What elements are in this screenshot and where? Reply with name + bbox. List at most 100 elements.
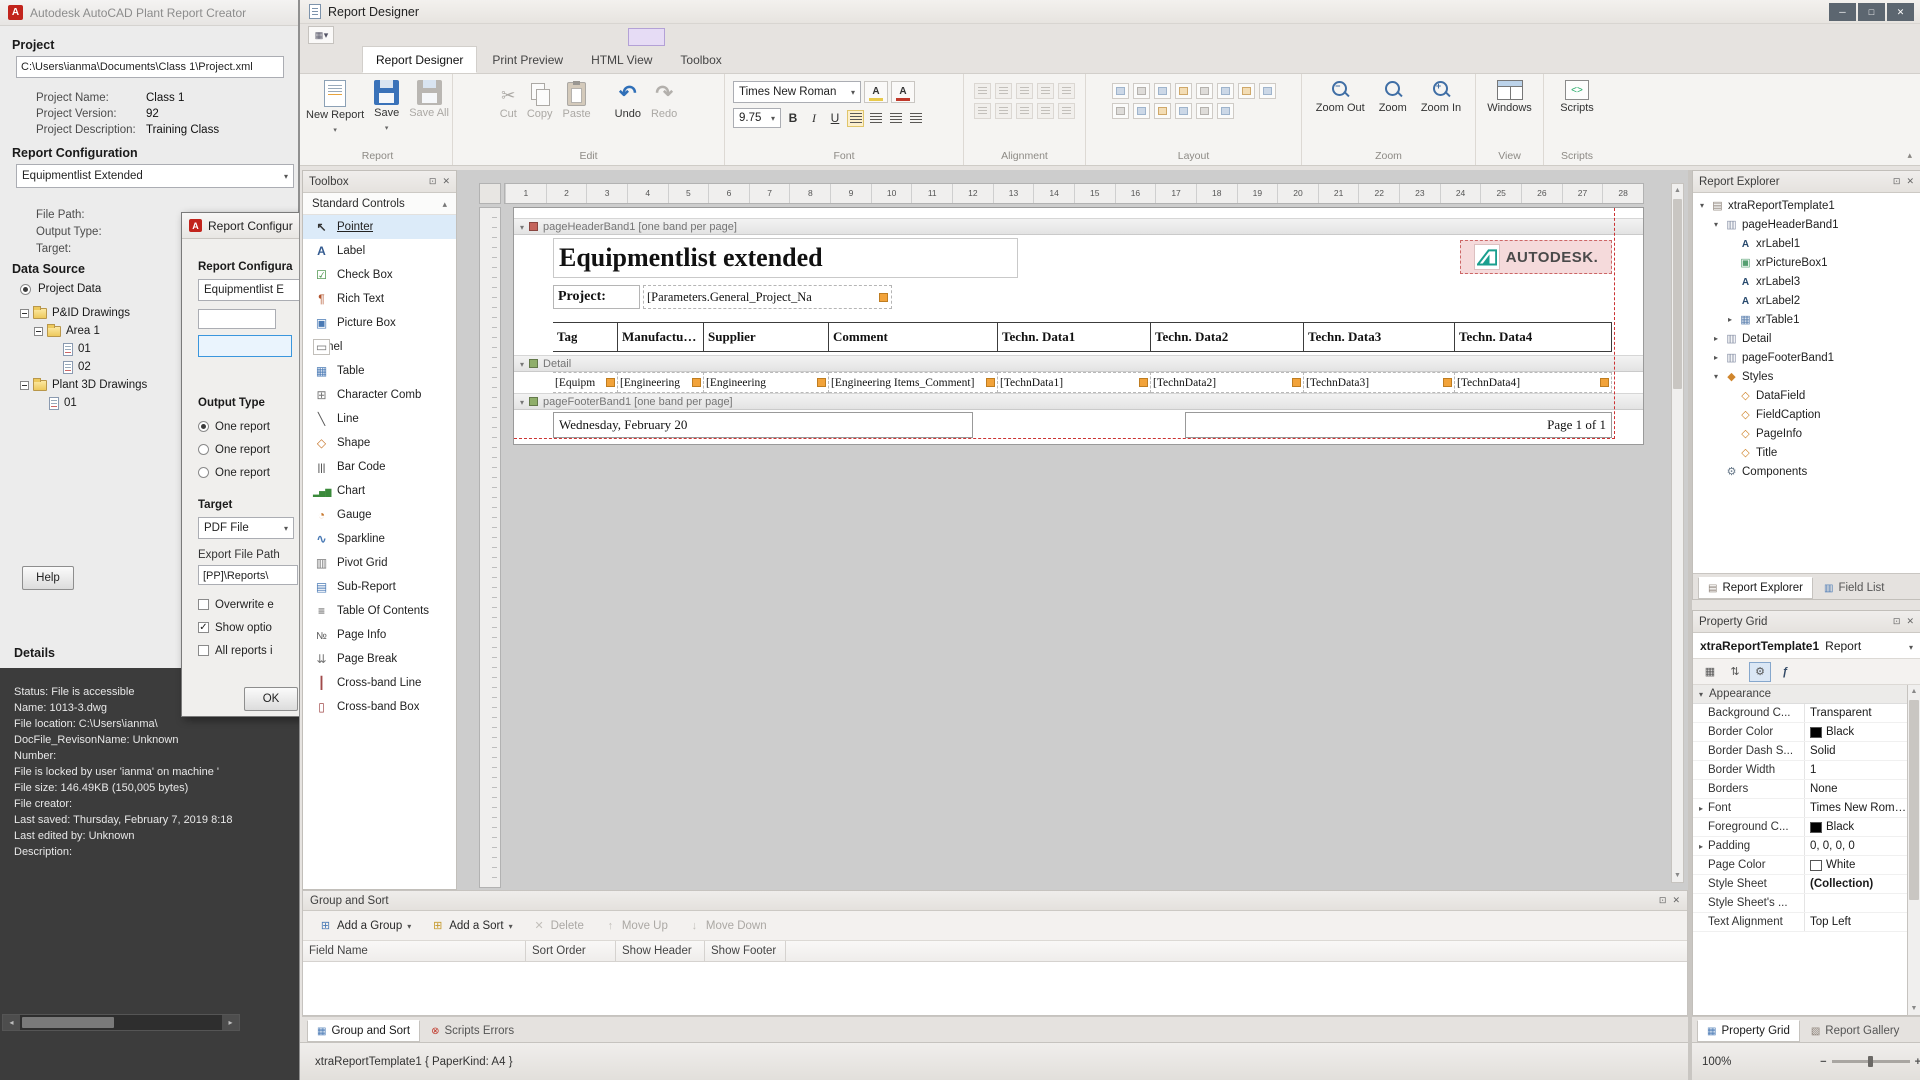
font-family-combo[interactable]: Times New Roman (733, 81, 861, 103)
explorer-tree-item[interactable]: FieldCaption (1693, 405, 1920, 424)
copy-button[interactable]: Copy (523, 78, 557, 122)
tree-expander[interactable] (34, 327, 43, 336)
explorer-tree-item[interactable]: pageFooterBand1 (1693, 348, 1920, 367)
pin-icon[interactable] (1659, 895, 1667, 906)
group-sort-toolbar-button[interactable]: Move Up (596, 915, 676, 937)
logo-picture-box[interactable]: AUTODESK. (1460, 240, 1612, 274)
target-combo[interactable]: PDF File (198, 517, 294, 539)
project-caption-label[interactable]: Project: (553, 285, 640, 309)
zoom-button[interactable]: Zoom (1375, 78, 1411, 116)
scroll-up-icon[interactable]: ▲ (1672, 184, 1683, 197)
property-row[interactable]: Border Dash S... Solid (1693, 742, 1907, 761)
property-row[interactable]: Page Color White (1693, 856, 1907, 875)
tree-item[interactable]: 02 (16, 358, 186, 376)
panel-tab[interactable]: Field List (1815, 577, 1893, 599)
toolbox-section[interactable]: Standard Controls (303, 193, 456, 215)
align-left-button[interactable] (847, 110, 864, 127)
align-rights-button[interactable] (1016, 83, 1033, 99)
property-row[interactable]: Background C... Transparent (1693, 704, 1907, 723)
tree-item[interactable]: Area 1 (16, 322, 186, 340)
save-button[interactable]: Save (370, 78, 403, 137)
tree-expander[interactable] (20, 381, 29, 390)
tree-item[interactable]: 01 (16, 340, 186, 358)
space-horizontal-button[interactable] (1016, 103, 1033, 119)
align-lefts-button[interactable] (974, 83, 991, 99)
dialog-checkbox[interactable]: Show optio (198, 616, 274, 639)
scroll-left-icon[interactable]: ◂ (3, 1015, 20, 1030)
property-row[interactable]: Style Sheet (Collection) (1693, 875, 1907, 894)
group-sort-toolbar-button[interactable]: Add a Sort (423, 915, 520, 937)
table-header-cell[interactable]: Techn. Data1 (998, 322, 1151, 352)
fit-height-button[interactable] (1133, 103, 1150, 119)
close-icon[interactable] (1906, 176, 1914, 187)
align-right-button[interactable] (887, 110, 904, 127)
pin-icon[interactable] (1893, 176, 1901, 187)
zoom-in-icon[interactable] (1915, 1056, 1920, 1068)
detail-band[interactable]: Detail (514, 355, 1643, 372)
dialog-focused-input[interactable] (198, 335, 292, 357)
align-centers-button[interactable] (995, 83, 1012, 99)
lock-controls-button[interactable] (1175, 103, 1192, 119)
toolbox-item[interactable]: Character Comb (303, 383, 456, 407)
page-footer-band[interactable]: pageFooterBand1 [one band per page] (514, 393, 1643, 410)
new-report-button[interactable]: New Report (302, 78, 368, 137)
tree-expander[interactable] (1697, 201, 1707, 210)
highlight-color-button[interactable] (864, 81, 888, 103)
quick-access-button[interactable] (308, 26, 334, 44)
cut-button[interactable]: Cut (496, 78, 521, 122)
details-horizontal-scrollbar[interactable]: ◂ ▸ (2, 1014, 240, 1031)
property-row[interactable]: Padding 0, 0, 0, 0 (1693, 837, 1907, 856)
toolbox-item[interactable]: Pivot Grid (303, 551, 456, 575)
same-size-button[interactable] (1154, 83, 1171, 99)
tree-expander[interactable] (1711, 372, 1721, 381)
group-sort-toolbar-button[interactable]: Delete (525, 915, 592, 937)
project-parameter-field[interactable]: [Parameters.General_Project_Na (643, 285, 892, 309)
windows-button[interactable]: Windows (1483, 78, 1536, 116)
explorer-tree-item[interactable]: xrLabel2 (1693, 291, 1920, 310)
zoom-slider-thumb[interactable] (1868, 1056, 1873, 1067)
property-expander[interactable] (1696, 842, 1706, 851)
italic-button[interactable]: I (805, 108, 823, 128)
detail-field-cell[interactable]: [TechnData2] (1151, 372, 1304, 393)
dock-tab[interactable]: Scripts Errors (422, 1020, 523, 1042)
fit-width-button[interactable] (1112, 103, 1129, 119)
property-row[interactable]: Font Times New Roman,... (1693, 799, 1907, 818)
report-page[interactable]: pageHeaderBand1 [one band per page] Equi… (513, 207, 1644, 445)
same-height-button[interactable] (1133, 83, 1150, 99)
close-icon[interactable] (1672, 895, 1680, 906)
align-middles-button[interactable] (1058, 83, 1075, 99)
explorer-tree-item[interactable]: xrLabel1 (1693, 234, 1920, 253)
dialog-config-combo[interactable]: Equipmentlist E (198, 279, 300, 301)
toolbox-item[interactable]: Sub-Report (303, 575, 456, 599)
tree-expander[interactable] (20, 309, 29, 318)
explorer-tree-item[interactable]: Components (1693, 462, 1920, 481)
table-header-cell[interactable]: Manufacturer (618, 322, 704, 352)
ribbon-tab[interactable]: Report Designer (362, 46, 477, 73)
explorer-tree-item[interactable]: Styles (1693, 367, 1920, 386)
export-path-input[interactable]: [PP]\Reports\ (198, 565, 298, 585)
band-collapse-icon[interactable] (520, 221, 524, 233)
design-vertical-scrollbar[interactable]: ▲ ▼ (1671, 183, 1684, 883)
table-header-cell[interactable]: Supplier (704, 322, 829, 352)
toolbox-item[interactable]: Sparkline (303, 527, 456, 551)
scroll-up-icon[interactable]: ▲ (1908, 685, 1920, 698)
settings-button[interactable] (1749, 662, 1771, 682)
property-row[interactable]: Border Color Black (1693, 723, 1907, 742)
zoom-out-button[interactable]: Zoom Out (1312, 78, 1369, 116)
output-type-radio[interactable]: One report (198, 438, 270, 461)
table-header-cell[interactable]: Comment (829, 322, 998, 352)
scripts-button[interactable]: Scripts (1556, 78, 1598, 116)
close-icon[interactable] (442, 176, 450, 187)
space-vertical-button[interactable] (1037, 103, 1054, 119)
dock-tab[interactable]: Group and Sort (307, 1020, 420, 1042)
selected-object-row[interactable]: xtraReportTemplate1 Report (1693, 633, 1920, 659)
toolbox-item[interactable]: Table Of Contents (303, 599, 456, 623)
dialog-file-path-input[interactable] (198, 309, 276, 329)
font-color-button[interactable] (891, 81, 915, 103)
footer-page-field[interactable]: Page 1 of 1 (1185, 412, 1612, 438)
toolbox-item[interactable]: Picture Box (303, 311, 456, 335)
toolbox-item[interactable]: Bar Code (303, 455, 456, 479)
font-size-combo[interactable]: 9.75 (733, 108, 781, 128)
explorer-tree-item[interactable]: pageHeaderBand1 (1693, 215, 1920, 234)
table-header-cell[interactable]: Tag (553, 322, 618, 352)
